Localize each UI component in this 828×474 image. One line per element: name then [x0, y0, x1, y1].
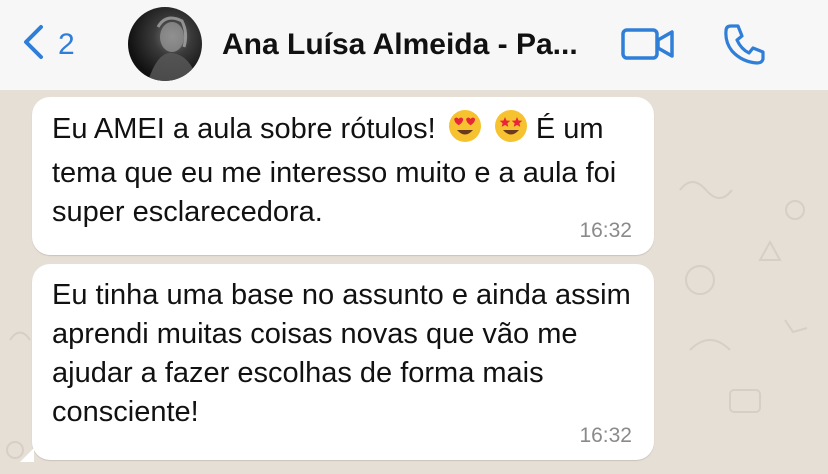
star-struck-emoji-icon — [494, 109, 528, 154]
unread-count: 2 — [58, 27, 75, 61]
message-timestamp: 16:32 — [579, 219, 632, 242]
message-text: Eu tinha uma base no assunto e ainda ass… — [52, 279, 631, 428]
message-timestamp: 16:32 — [579, 424, 632, 447]
video-call-button[interactable] — [620, 26, 676, 67]
voice-call-button[interactable] — [722, 22, 766, 71]
video-camera-icon — [620, 28, 676, 66]
message-text-part: Eu AMEI a aula sobre rótulos! — [52, 113, 436, 145]
contact-name[interactable]: Ana Luísa Almeida - Pa... — [222, 24, 602, 66]
phone-icon — [722, 24, 766, 70]
chevron-left-icon — [22, 24, 44, 65]
avatar[interactable] — [128, 7, 202, 81]
bubble-tail — [20, 448, 34, 462]
chat-header: 2 Ana Luísa Almeida - Pa... — [0, 0, 828, 91]
message-bubble[interactable]: Eu tinha uma base no assunto e ainda ass… — [32, 264, 654, 460]
message-bubble[interactable]: Eu AMEI a aula sobre rótulos! É um tema … — [32, 97, 654, 255]
back-button[interactable]: 2 — [22, 24, 75, 65]
message-text: Eu AMEI a aula sobre rótulos! É um tema … — [52, 109, 632, 232]
heart-eyes-emoji-icon — [448, 109, 482, 154]
